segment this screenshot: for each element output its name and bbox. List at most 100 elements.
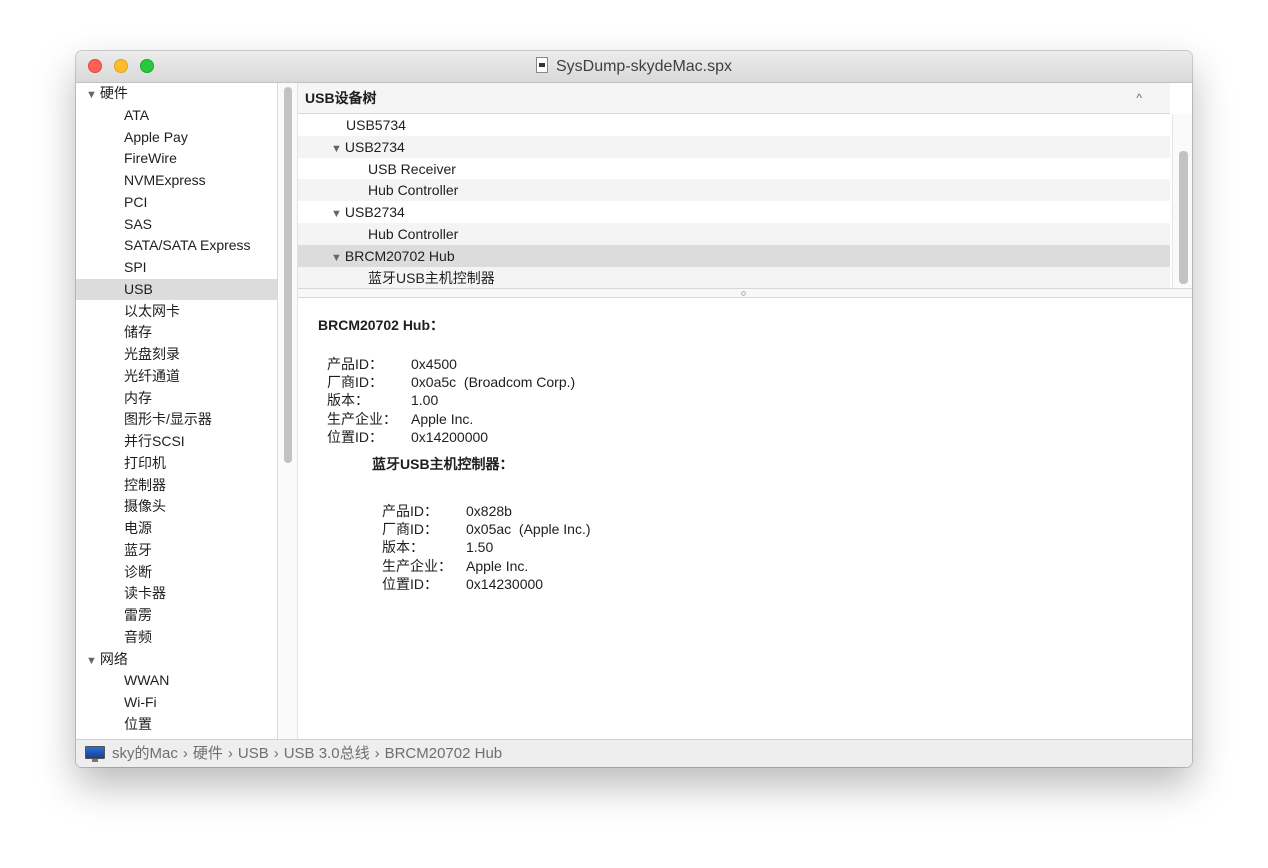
sidebar-item[interactable]: 光盘刻录 — [76, 344, 277, 365]
disclosure-triangle-icon[interactable]: ▼ — [86, 89, 97, 101]
sidebar-item[interactable]: 音频 — [76, 627, 277, 648]
tree-scroll-thumb[interactable] — [1179, 151, 1188, 284]
breadcrumb-item[interactable]: sky的Mac — [112, 745, 178, 762]
property-row: 位置ID： 0x14200000 — [327, 428, 488, 446]
sidebar-scrollbar[interactable] — [279, 83, 298, 739]
usb-device-tree[interactable]: USB5734 ▼ USB2734 USB Receiver Hub Controlle… — [298, 114, 1170, 288]
property-key: 生产企业： — [382, 557, 452, 574]
property-key: 位置ID： — [327, 428, 383, 445]
property-key: 版本： — [382, 539, 424, 556]
sidebar-item[interactable]: PCI — [76, 192, 277, 213]
property-row: 版本： 1.50 — [382, 538, 493, 556]
breadcrumb-separator-icon: › — [182, 745, 188, 762]
sort-ascending-icon[interactable]: ^ — [1136, 83, 1142, 114]
title-bar[interactable]: SysDump-skydeMac.spx — [76, 51, 1192, 83]
tree-row-label: 蓝牙USB主机控制器 — [368, 269, 495, 286]
tree-row[interactable]: Hub Controller — [298, 179, 1170, 202]
property-row: 厂商ID： 0x0a5c (Broadcom Corp.) — [327, 373, 575, 391]
sidebar-item[interactable]: WWAN — [76, 670, 277, 691]
sidebar-item[interactable]: 图形卡/显示器 — [76, 409, 277, 430]
sidebar-item[interactable]: 诊断 — [76, 562, 277, 583]
sidebar-item-label: 诊断 — [124, 563, 152, 580]
detail-pane: BRCM20702 Hub： 蓝牙USB主机控制器： 产品ID： 0x4500 厂商… — [298, 299, 1192, 739]
property-value: 0x4500 — [411, 356, 457, 372]
breadcrumb-item[interactable]: BRCM20702 Hub — [385, 745, 503, 762]
sidebar-item-label: SPI — [124, 259, 147, 275]
property-value: 0x14200000 — [411, 428, 489, 445]
sidebar-item[interactable]: FireWire — [76, 148, 277, 169]
tree-column-header[interactable]: USB设备树 ^ — [298, 83, 1170, 114]
tree-row[interactable]: ▼ USB2734 — [298, 135, 1170, 158]
sidebar-item[interactable]: SPI — [76, 257, 277, 278]
tree-row[interactable]: ▼ BRCM20702 Hub — [298, 244, 1170, 267]
tree-row-label: USB2734 — [344, 138, 405, 155]
property-key: 版本： — [327, 392, 369, 409]
sidebar-item-label: SATA/SATA Express — [124, 237, 251, 254]
sidebar-item-label: 网络 — [99, 650, 128, 667]
sidebar-item-label: Wi-Fi — [124, 694, 157, 710]
property-row: 生产企业： Apple Inc. — [327, 410, 473, 428]
sidebar-item-label: 控制器 — [124, 476, 166, 493]
sidebar-item[interactable]: 读卡器 — [76, 583, 277, 604]
sidebar-item[interactable]: 储存 — [76, 322, 277, 343]
sidebar-item[interactable]: 内存 — [76, 388, 277, 409]
sidebar-item-label: 雷雳 — [124, 607, 152, 623]
breadcrumb-item[interactable]: USB 3.0总线 — [284, 745, 370, 762]
sidebar-item-label: 音频 — [124, 628, 152, 645]
sidebar-item[interactable]: ATA — [76, 105, 277, 126]
tree-row[interactable]: 蓝牙USB主机控制器 — [298, 266, 1170, 288]
property-row: 厂商ID： 0x05ac (Apple Inc.) — [382, 520, 591, 538]
property-value: 0x828b — [466, 503, 512, 519]
sidebar-item[interactable]: USB — [76, 278, 277, 300]
sidebar-item[interactable]: 控制器 — [76, 475, 277, 496]
disclosure-triangle-icon[interactable]: ▼ — [331, 252, 342, 264]
property-value: 0x0a5c (Broadcom Corp.) — [411, 374, 576, 391]
sidebar-item[interactable]: 雷雳 — [76, 605, 277, 626]
breadcrumb: sky的Mac › 硬件 › USB › USB 3.0总线 › BRCM20702 Hub — [112, 740, 502, 767]
sidebar-group[interactable]: ▼ 硬件 — [76, 83, 277, 104]
tree-scrollbar[interactable] — [1172, 114, 1192, 288]
tree-row[interactable]: Hub Controller — [298, 223, 1170, 245]
disclosure-triangle-icon[interactable]: ▼ — [331, 208, 342, 220]
main-pane: USB设备树 ^ USB5734 ▼ USB2734 USB Receiver Hub … — [298, 83, 1192, 739]
sidebar-item-label: 电源 — [124, 520, 152, 536]
tree-row[interactable]: USB5734 — [298, 114, 1170, 136]
sidebar-scroll-thumb[interactable] — [284, 87, 292, 463]
sidebar[interactable]: ▼ 硬件 ATA Apple Pay FireWire NVMExpress PCI SAS S… — [76, 83, 278, 739]
sidebar-item[interactable]: SAS — [76, 214, 277, 235]
breadcrumb-item[interactable]: 硬件 — [193, 745, 223, 762]
disclosure-triangle-icon[interactable]: ▼ — [331, 143, 342, 155]
sidebar-item[interactable]: 打印机 — [76, 453, 277, 474]
sidebar-item[interactable]: 光纤通道 — [76, 366, 277, 387]
sidebar-item-label: SAS — [124, 215, 153, 232]
breadcrumb-separator-icon: › — [227, 745, 233, 762]
sidebar-item[interactable]: 蓝牙 — [76, 540, 277, 561]
sidebar-group[interactable]: ▼ 网络 — [76, 649, 277, 670]
sidebar-item[interactable]: 位置 — [76, 714, 277, 735]
imac-stand-icon — [92, 759, 98, 762]
app-window: SysDump-skydeMac.spx ▼ 硬件 ATA Apple Pay Fire… — [76, 51, 1192, 767]
sidebar-item[interactable]: Apple Pay — [76, 127, 277, 148]
sidebar-item[interactable]: Wi-Fi — [76, 692, 277, 713]
property-value: 1.50 — [466, 539, 494, 556]
split-view-divider[interactable] — [298, 288, 1192, 298]
property-value: 0x05ac (Apple Inc.) — [466, 521, 591, 538]
tree-row[interactable]: USB Receiver — [298, 158, 1170, 180]
property-row: 产品ID： 0x4500 — [327, 355, 457, 373]
property-value: Apple Inc. — [466, 557, 529, 574]
property-value: 0x14230000 — [466, 575, 544, 592]
sidebar-item-label: 蓝牙 — [124, 541, 152, 558]
divider-handle-icon[interactable] — [741, 291, 746, 296]
breadcrumb-item[interactable]: USB — [238, 745, 269, 762]
sidebar-item[interactable]: 电源 — [76, 518, 277, 539]
tree-row[interactable]: ▼ USB2734 — [298, 201, 1170, 223]
sidebar-item[interactable]: 摄像头 — [76, 496, 277, 517]
sidebar-item[interactable]: 并行SCSI — [76, 431, 277, 452]
sidebar-item[interactable]: 以太网卡 — [76, 301, 277, 322]
disclosure-triangle-icon[interactable]: ▼ — [86, 655, 97, 667]
sidebar-item-label: 硬件 — [99, 85, 128, 101]
tree-row-label: USB Receiver — [368, 160, 456, 177]
sidebar-item[interactable]: SATA/SATA Express — [76, 235, 277, 256]
sidebar-item[interactable]: NVMExpress — [76, 170, 277, 191]
sidebar-item-label: 光盘刻录 — [124, 346, 180, 362]
